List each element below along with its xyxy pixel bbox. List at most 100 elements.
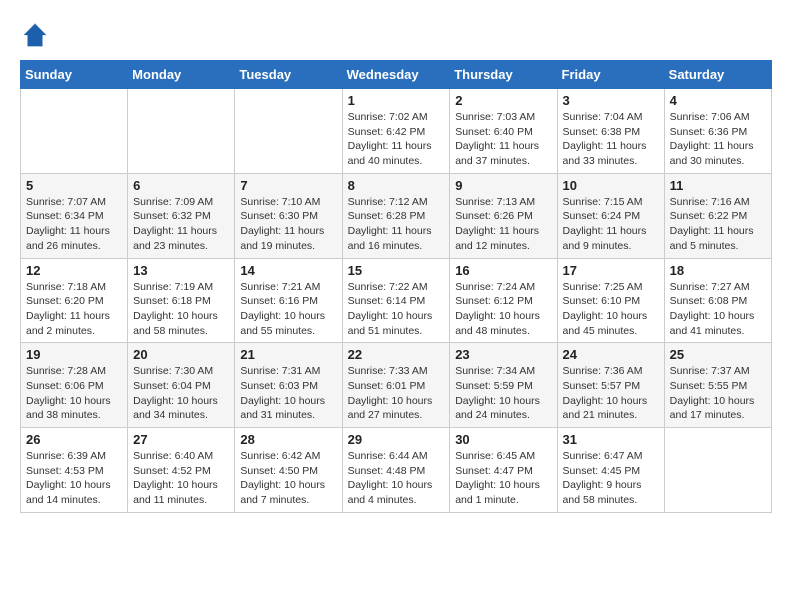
day-detail: Sunrise: 7:34 AM Sunset: 5:59 PM Dayligh…	[455, 364, 551, 423]
header-cell-sunday: Sunday	[21, 61, 128, 89]
day-detail: Sunrise: 7:04 AM Sunset: 6:38 PM Dayligh…	[563, 110, 659, 169]
day-number: 6	[133, 178, 229, 193]
day-number: 11	[670, 178, 766, 193]
day-cell: 31 Sunrise: 6:47 AM Sunset: 4:45 PM Dayli…	[557, 428, 664, 513]
day-cell: 3 Sunrise: 7:04 AM Sunset: 6:38 PM Daylig…	[557, 89, 664, 174]
page-header	[20, 20, 772, 50]
day-cell: 17 Sunrise: 7:25 AM Sunset: 6:10 PM Dayli…	[557, 258, 664, 343]
day-detail: Sunrise: 7:07 AM Sunset: 6:34 PM Dayligh…	[26, 195, 122, 254]
day-cell: 19 Sunrise: 7:28 AM Sunset: 6:06 PM Dayli…	[21, 343, 128, 428]
week-row: 19 Sunrise: 7:28 AM Sunset: 6:06 PM Dayli…	[21, 343, 772, 428]
day-cell: 22 Sunrise: 7:33 AM Sunset: 6:01 PM Dayli…	[342, 343, 450, 428]
day-number: 24	[563, 347, 659, 362]
day-cell: 25Sunrise: 7:37 AM Sunset: 5:55 PM Dayli…	[664, 343, 771, 428]
day-number: 4	[670, 93, 766, 108]
day-detail: Sunrise: 7:19 AM Sunset: 6:18 PM Dayligh…	[133, 280, 229, 339]
day-cell: 20Sunrise: 7:30 AM Sunset: 6:04 PM Dayli…	[128, 343, 235, 428]
day-detail: Sunrise: 7:16 AM Sunset: 6:22 PM Dayligh…	[670, 195, 766, 254]
week-row: 1Sunrise: 7:02 AM Sunset: 6:42 PM Daylig…	[21, 89, 772, 174]
day-number: 13	[133, 263, 229, 278]
week-row: 5 Sunrise: 7:07 AM Sunset: 6:34 PM Daylig…	[21, 173, 772, 258]
day-detail: Sunrise: 7:06 AM Sunset: 6:36 PM Dayligh…	[670, 110, 766, 169]
day-number: 1	[348, 93, 445, 108]
day-detail: Sunrise: 7:22 AM Sunset: 6:14 PM Dayligh…	[348, 280, 445, 339]
day-number: 9	[455, 178, 551, 193]
day-cell: 24 Sunrise: 7:36 AM Sunset: 5:57 PM Dayli…	[557, 343, 664, 428]
day-number: 16	[455, 263, 551, 278]
day-detail: Sunrise: 7:27 AM Sunset: 6:08 PM Dayligh…	[670, 280, 766, 339]
day-detail: Sunrise: 7:33 AM Sunset: 6:01 PM Dayligh…	[348, 364, 445, 423]
day-detail: Sunrise: 7:09 AM Sunset: 6:32 PM Dayligh…	[133, 195, 229, 254]
day-detail: Sunrise: 7:31 AM Sunset: 6:03 PM Dayligh…	[240, 364, 336, 423]
day-number: 31	[563, 432, 659, 447]
day-cell: 8Sunrise: 7:12 AM Sunset: 6:28 PM Daylig…	[342, 173, 450, 258]
header-cell-monday: Monday	[128, 61, 235, 89]
day-cell: 11 Sunrise: 7:16 AM Sunset: 6:22 PM Dayli…	[664, 173, 771, 258]
day-cell	[235, 89, 342, 174]
day-cell: 15 Sunrise: 7:22 AM Sunset: 6:14 PM Dayli…	[342, 258, 450, 343]
header-cell-friday: Friday	[557, 61, 664, 89]
day-number: 2	[455, 93, 551, 108]
day-detail: Sunrise: 6:39 AM Sunset: 4:53 PM Dayligh…	[26, 449, 122, 508]
day-detail: Sunrise: 7:13 AM Sunset: 6:26 PM Dayligh…	[455, 195, 551, 254]
day-cell: 16Sunrise: 7:24 AM Sunset: 6:12 PM Dayli…	[450, 258, 557, 343]
day-number: 20	[133, 347, 229, 362]
day-detail: Sunrise: 7:15 AM Sunset: 6:24 PM Dayligh…	[563, 195, 659, 254]
day-cell	[128, 89, 235, 174]
day-cell	[21, 89, 128, 174]
day-detail: Sunrise: 7:10 AM Sunset: 6:30 PM Dayligh…	[240, 195, 336, 254]
day-detail: Sunrise: 7:36 AM Sunset: 5:57 PM Dayligh…	[563, 364, 659, 423]
day-cell: 7 Sunrise: 7:10 AM Sunset: 6:30 PM Daylig…	[235, 173, 342, 258]
day-detail: Sunrise: 6:45 AM Sunset: 4:47 PM Dayligh…	[455, 449, 551, 508]
day-detail: Sunrise: 6:44 AM Sunset: 4:48 PM Dayligh…	[348, 449, 445, 508]
day-cell: 29 Sunrise: 6:44 AM Sunset: 4:48 PM Dayli…	[342, 428, 450, 513]
day-number: 21	[240, 347, 336, 362]
day-cell: 28Sunrise: 6:42 AM Sunset: 4:50 PM Dayli…	[235, 428, 342, 513]
day-detail: Sunrise: 7:03 AM Sunset: 6:40 PM Dayligh…	[455, 110, 551, 169]
day-detail: Sunrise: 7:28 AM Sunset: 6:06 PM Dayligh…	[26, 364, 122, 423]
day-number: 27	[133, 432, 229, 447]
day-number: 15	[348, 263, 445, 278]
day-cell: 26 Sunrise: 6:39 AM Sunset: 4:53 PM Dayli…	[21, 428, 128, 513]
day-number: 28	[240, 432, 336, 447]
day-number: 26	[26, 432, 122, 447]
header-row: SundayMondayTuesdayWednesdayThursdayFrid…	[21, 61, 772, 89]
day-number: 29	[348, 432, 445, 447]
day-number: 10	[563, 178, 659, 193]
calendar-body: 1Sunrise: 7:02 AM Sunset: 6:42 PM Daylig…	[21, 89, 772, 513]
header-cell-wednesday: Wednesday	[342, 61, 450, 89]
logo	[20, 20, 54, 50]
day-cell: 23 Sunrise: 7:34 AM Sunset: 5:59 PM Dayli…	[450, 343, 557, 428]
day-cell: 13 Sunrise: 7:19 AM Sunset: 6:18 PM Dayli…	[128, 258, 235, 343]
day-detail: Sunrise: 7:18 AM Sunset: 6:20 PM Dayligh…	[26, 280, 122, 339]
day-number: 5	[26, 178, 122, 193]
week-row: 26 Sunrise: 6:39 AM Sunset: 4:53 PM Dayli…	[21, 428, 772, 513]
day-cell: 5 Sunrise: 7:07 AM Sunset: 6:34 PM Daylig…	[21, 173, 128, 258]
header-cell-thursday: Thursday	[450, 61, 557, 89]
day-cell: 27 Sunrise: 6:40 AM Sunset: 4:52 PM Dayli…	[128, 428, 235, 513]
day-number: 17	[563, 263, 659, 278]
day-number: 14	[240, 263, 336, 278]
calendar-table: SundayMondayTuesdayWednesdayThursdayFrid…	[20, 60, 772, 513]
day-number: 3	[563, 93, 659, 108]
day-cell: 10 Sunrise: 7:15 AM Sunset: 6:24 PM Dayli…	[557, 173, 664, 258]
day-cell: 18 Sunrise: 7:27 AM Sunset: 6:08 PM Dayli…	[664, 258, 771, 343]
day-cell: 12Sunrise: 7:18 AM Sunset: 6:20 PM Dayli…	[21, 258, 128, 343]
day-cell: 4 Sunrise: 7:06 AM Sunset: 6:36 PM Daylig…	[664, 89, 771, 174]
day-number: 22	[348, 347, 445, 362]
day-detail: Sunrise: 7:12 AM Sunset: 6:28 PM Dayligh…	[348, 195, 445, 254]
day-cell: 1Sunrise: 7:02 AM Sunset: 6:42 PM Daylig…	[342, 89, 450, 174]
day-detail: Sunrise: 6:47 AM Sunset: 4:45 PM Dayligh…	[563, 449, 659, 508]
day-cell: 30 Sunrise: 6:45 AM Sunset: 4:47 PM Dayli…	[450, 428, 557, 513]
day-detail: Sunrise: 6:40 AM Sunset: 4:52 PM Dayligh…	[133, 449, 229, 508]
day-cell: 2 Sunrise: 7:03 AM Sunset: 6:40 PM Daylig…	[450, 89, 557, 174]
day-cell	[664, 428, 771, 513]
day-number: 30	[455, 432, 551, 447]
day-detail: Sunrise: 7:25 AM Sunset: 6:10 PM Dayligh…	[563, 280, 659, 339]
day-detail: Sunrise: 7:37 AM Sunset: 5:55 PM Dayligh…	[670, 364, 766, 423]
day-cell: 6 Sunrise: 7:09 AM Sunset: 6:32 PM Daylig…	[128, 173, 235, 258]
day-number: 7	[240, 178, 336, 193]
day-number: 19	[26, 347, 122, 362]
day-number: 18	[670, 263, 766, 278]
day-number: 23	[455, 347, 551, 362]
